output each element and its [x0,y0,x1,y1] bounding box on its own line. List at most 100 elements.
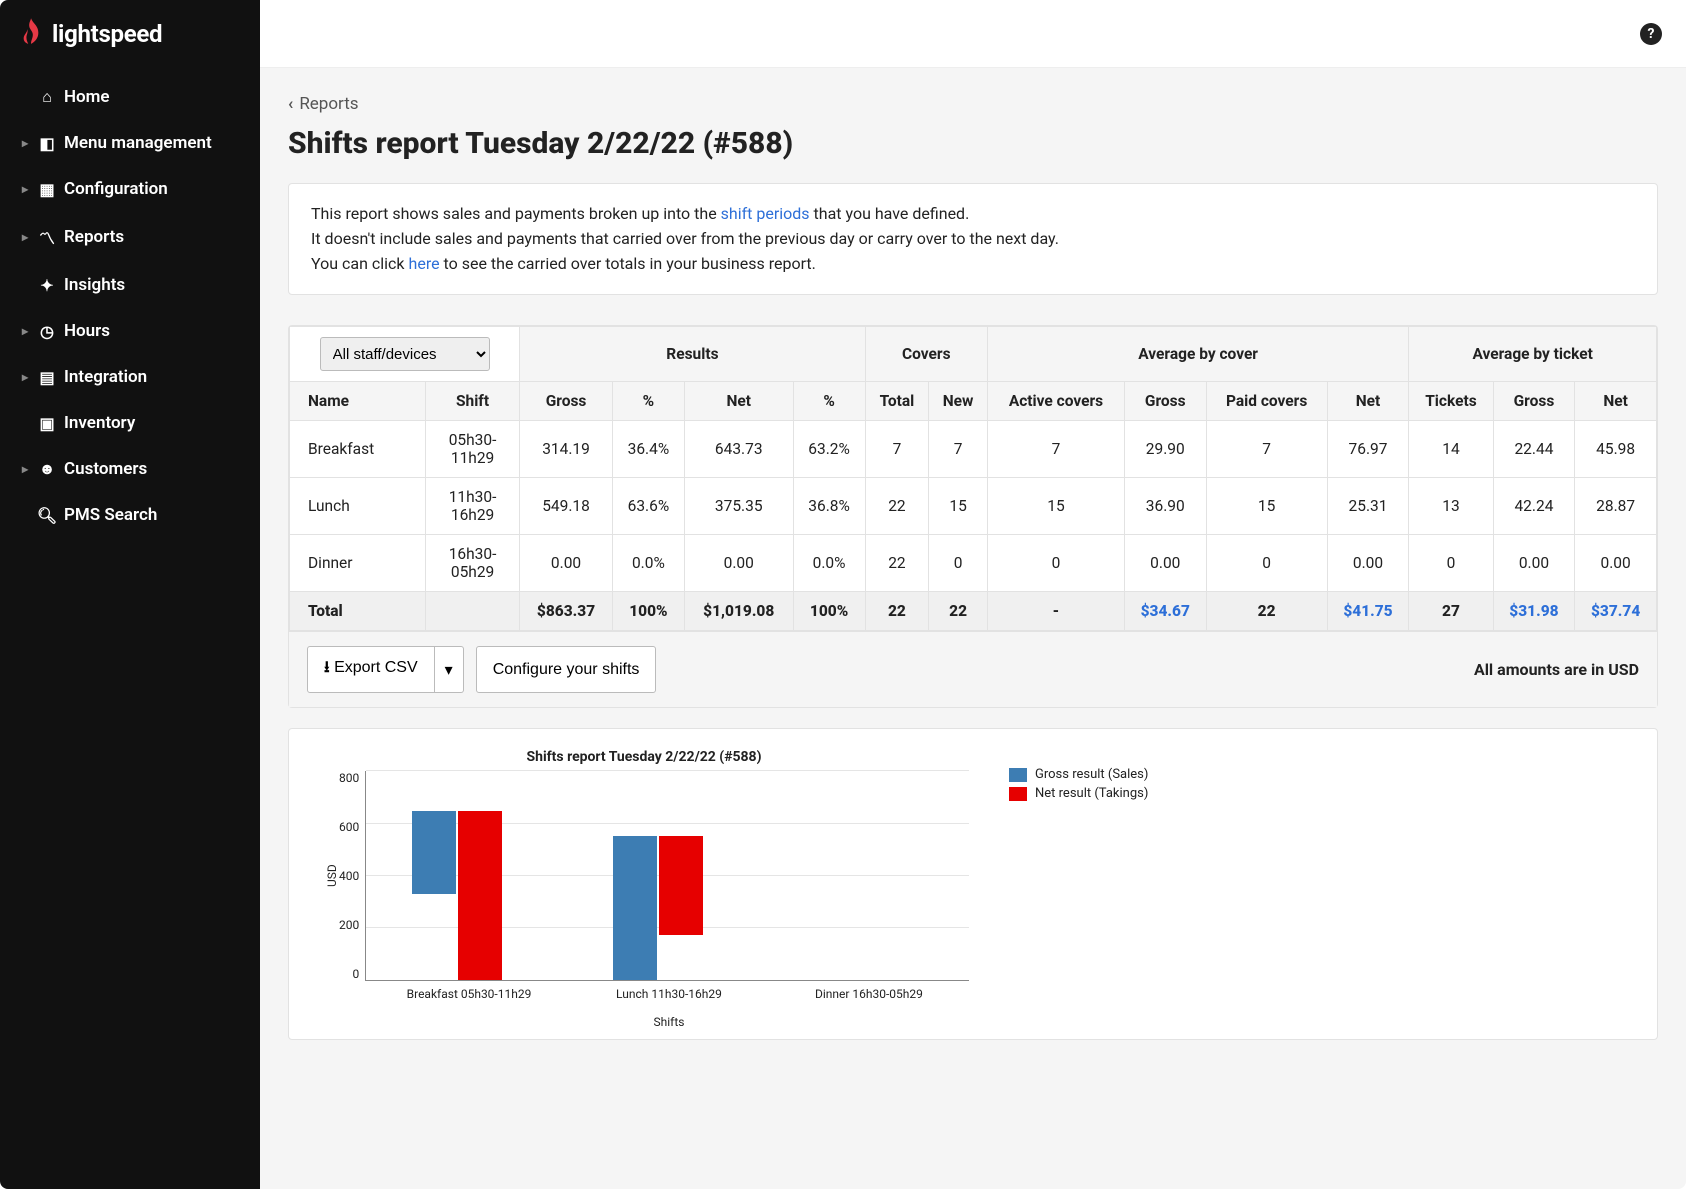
cell-pct: 0.0% [612,535,684,592]
cell-new: 0 [929,535,988,592]
shift-periods-link[interactable]: shift periods [721,204,810,223]
flame-icon [20,18,42,51]
col-new: New [929,382,988,421]
cell-gross2: 36.90 [1124,478,1206,535]
bar-net [659,836,703,935]
sidebar-item-customers[interactable]: ▸☻ Customers [0,446,260,492]
cell-paid: 15 [1206,478,1327,535]
cell-tickets: 14 [1409,421,1493,478]
table-row: Dinner 16h30-05h29 0.00 0.0% 0.00 0.0% 2… [290,535,1657,592]
caret-right-icon: ▸ [16,462,34,476]
business-report-link[interactable]: here [409,254,440,273]
legend-swatch-net [1009,787,1027,801]
cell-total: 22 [865,535,929,592]
chart-title: Shifts report Tuesday 2/22/22 (#588) [319,749,969,765]
staff-filter-select[interactable]: All staff/devices [320,337,490,371]
configure-shifts-button[interactable]: Configure your shifts [476,646,657,693]
sidebar-item-insights[interactable]: ✦ Insights [0,262,260,308]
cell-net3: 0.00 [1575,535,1657,592]
sidebar-item-label: Home [64,87,110,107]
help-icon[interactable]: ? [1640,23,1662,45]
cell-new: 7 [929,421,988,478]
cell-net: 643.73 [684,421,793,478]
info-text: It doesn't include sales and payments th… [311,227,1635,252]
cell-gross3: 0.00 [1493,535,1575,592]
sidebar-item-label: PMS Search [64,505,157,525]
caret-down-icon: ▾ [445,662,453,679]
page-title: Shifts report Tuesday 2/22/22 (#588) [288,126,1658,161]
sidebar-item-reports[interactable]: ▸〽 Reports [0,212,260,262]
cell-new: 22 [929,592,988,631]
cell-net2: 76.97 [1327,421,1409,478]
export-csv-label: Export CSV [334,659,418,676]
home-icon: ⌂ [34,87,60,107]
cell-net2: 0.00 [1327,535,1409,592]
cell-net: $1,019.08 [684,592,793,631]
cell-gross3[interactable]: $31.98 [1493,592,1575,631]
cell-net2[interactable]: $41.75 [1327,592,1409,631]
cell-pct: 36.8% [793,478,865,535]
col-net: Net [684,382,793,421]
cell-active: 0 [987,535,1124,592]
cell-net: 0.00 [684,535,793,592]
sidebar-item-hours[interactable]: ▸◷ Hours [0,308,260,354]
cell-gross2[interactable]: $34.67 [1124,592,1206,631]
cell-net3: 45.98 [1575,421,1657,478]
sidebar-item-configuration[interactable]: ▸▦ Configuration [0,166,260,212]
logo: lightspeed [0,0,260,68]
x-tick: Breakfast 05h30-11h29 [369,987,569,1001]
col-gross: Gross [1124,382,1206,421]
sidebar-item-menu-management[interactable]: ▸◧ Menu management [0,120,260,166]
cell-paid: 22 [1206,592,1327,631]
sidebar-item-label: Configuration [64,179,168,199]
cell-gross: 0.00 [520,535,613,592]
sidebar-item-inventory[interactable]: ▣ Inventory [0,400,260,446]
sidebar-item-label: Customers [64,459,147,479]
customers-icon: ☻ [34,459,60,479]
chevron-left-icon: ‹ [288,94,293,114]
sidebar-item-label: Menu management [64,133,212,153]
cell-active: 15 [987,478,1124,535]
shifts-table-card: All staff/devices Results Covers Average… [288,325,1658,708]
breadcrumb[interactable]: ‹ Reports [288,94,1658,114]
sidebar-item-home[interactable]: ⌂ Home [0,74,260,120]
chart-plot-area [365,771,969,981]
cell-gross2: 29.90 [1124,421,1206,478]
cell-gross2: 0.00 [1124,535,1206,592]
sidebar-item-integration[interactable]: ▸▤ Integration [0,354,260,400]
header-group-results: Results [520,327,865,382]
cell-total: 7 [865,421,929,478]
cell-paid: 0 [1206,535,1327,592]
integration-icon: ▤ [34,368,60,387]
caret-right-icon: ▸ [16,230,34,244]
menu-icon: ◧ [34,134,60,153]
cell-gross: 314.19 [520,421,613,478]
cell-tickets: 0 [1409,535,1493,592]
sidebar-item-label: Reports [64,227,124,247]
breadcrumb-text: Reports [299,94,358,114]
cell-total: 22 [865,592,929,631]
table-row: Lunch 11h30-16h29 549.18 63.6% 375.35 36… [290,478,1657,535]
cell-net3[interactable]: $37.74 [1575,592,1657,631]
sidebar-item-label: Insights [64,275,125,295]
cell-pct: 36.4% [612,421,684,478]
cell-active: - [987,592,1124,631]
sidebar-item-pms-search[interactable]: 🔍︎ PMS Search [0,492,260,538]
y-axis-label: USD [319,771,339,981]
cell-tickets: 13 [1409,478,1493,535]
cell-shift: 05h30-11h29 [425,421,519,478]
export-csv-dropdown[interactable]: ▾ [435,646,464,693]
header-group-covers: Covers [865,327,987,382]
cell-shift [425,592,519,631]
export-csv-button[interactable]: ⭳ Export CSV [307,646,435,693]
bar-gross [613,836,657,980]
legend-swatch-gross [1009,768,1027,782]
config-icon: ▦ [34,180,60,199]
chart-card: Shifts report Tuesday 2/22/22 (#588) USD… [288,728,1658,1040]
bar-group [402,811,512,980]
col-tickets: Tickets [1409,382,1493,421]
sidebar-nav: ⌂ Home ▸◧ Menu management ▸▦ Configurati… [0,68,260,538]
col-active-covers: Active covers [987,382,1124,421]
caret-right-icon: ▸ [16,324,34,338]
main: ? ‹ Reports Shifts report Tuesday 2/22/22… [260,0,1686,1189]
